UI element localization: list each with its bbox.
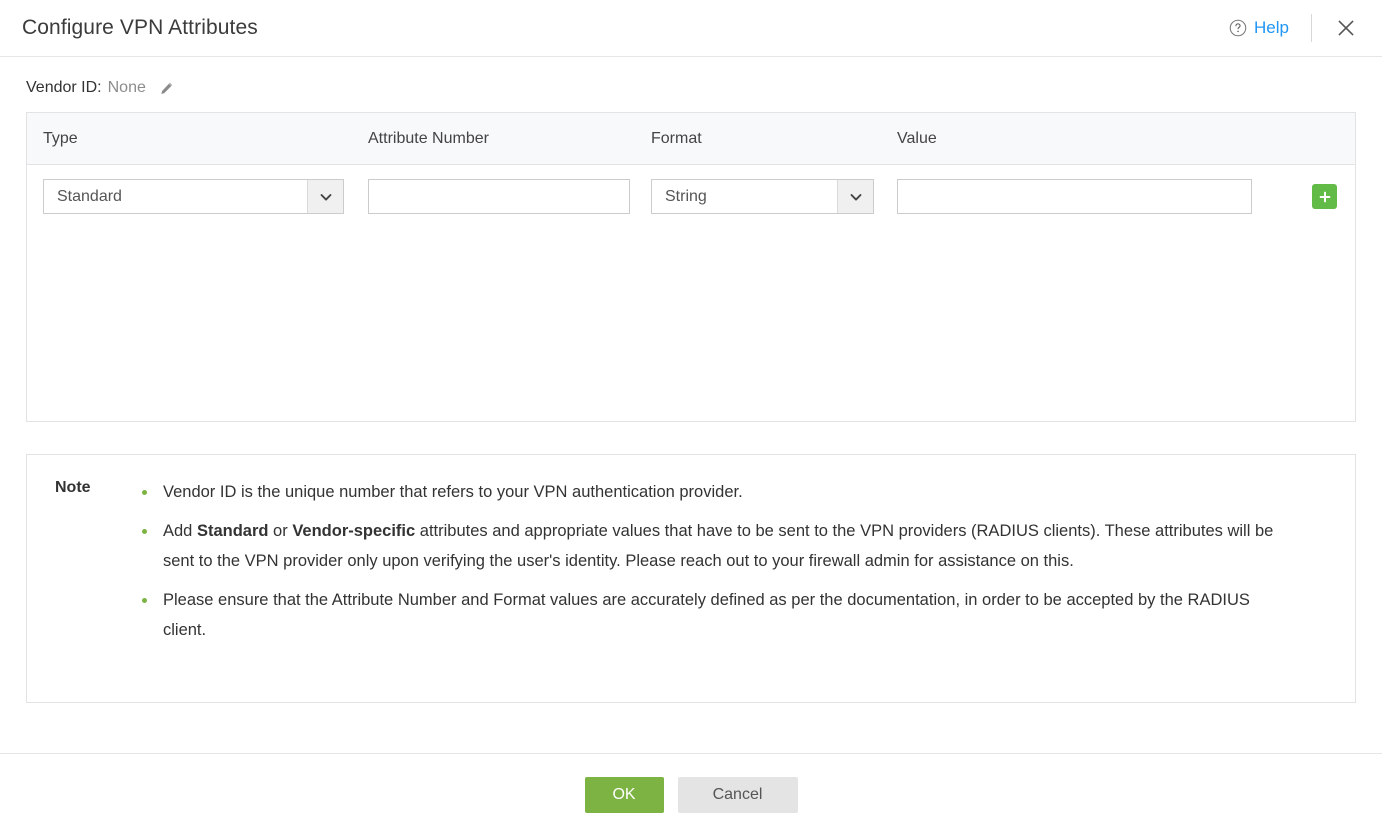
column-header-attribute-number: Attribute Number xyxy=(368,130,651,148)
ok-button[interactable]: OK xyxy=(585,777,664,813)
vendor-id-label: Vendor ID: xyxy=(26,79,102,97)
attributes-table: Type Attribute Number Format Value Stand… xyxy=(26,112,1356,422)
table-row: Standard String xyxy=(27,165,1355,214)
note-item: Add Standard or Vendor-specific attribut… xyxy=(139,516,1274,576)
close-icon xyxy=(1336,18,1356,38)
page-title: Configure VPN Attributes xyxy=(22,16,258,40)
type-select-value: Standard xyxy=(44,188,307,206)
column-header-value: Value xyxy=(897,130,1317,148)
note-box: Note Vendor ID is the unique number that… xyxy=(26,454,1356,703)
add-attribute-button[interactable] xyxy=(1312,184,1337,209)
help-label: Help xyxy=(1254,18,1289,38)
dialog-footer: OK Cancel xyxy=(0,753,1382,836)
format-select-value: String xyxy=(652,188,837,206)
note-text: Please ensure that the Attribute Number … xyxy=(163,591,1250,639)
question-circle-icon xyxy=(1229,19,1247,37)
attribute-number-input[interactable] xyxy=(368,179,630,214)
format-select[interactable]: String xyxy=(651,179,874,214)
vendor-id-value: None xyxy=(108,79,146,97)
note-text: or xyxy=(268,522,292,540)
pencil-icon xyxy=(159,81,174,96)
column-header-type: Type xyxy=(43,130,368,148)
column-header-format: Format xyxy=(651,130,897,148)
dialog-header: Configure VPN Attributes Help xyxy=(0,0,1382,57)
cell-add xyxy=(1297,184,1337,209)
cell-value xyxy=(897,179,1297,214)
edit-vendor-id-button[interactable] xyxy=(159,81,174,96)
close-button[interactable] xyxy=(1312,18,1356,38)
note-item: Please ensure that the Attribute Number … xyxy=(139,585,1274,645)
cell-attribute-number xyxy=(368,179,651,214)
note-text: Add xyxy=(163,522,197,540)
note-list: Vendor ID is the unique number that refe… xyxy=(139,477,1335,702)
chevron-down-icon xyxy=(307,180,343,213)
attributes-table-header: Type Attribute Number Format Value xyxy=(27,113,1355,165)
note-item: Vendor ID is the unique number that refe… xyxy=(139,477,1274,507)
cell-type: Standard xyxy=(43,179,368,214)
note-title: Note xyxy=(55,477,139,702)
help-link[interactable]: Help xyxy=(1229,18,1311,38)
type-select[interactable]: Standard xyxy=(43,179,344,214)
note-emphasis: Vendor-specific xyxy=(292,522,415,540)
plus-icon xyxy=(1318,190,1332,204)
vendor-id-row: Vendor ID: None xyxy=(0,57,1382,95)
value-input[interactable] xyxy=(897,179,1252,214)
cell-format: String xyxy=(651,179,897,214)
chevron-down-icon xyxy=(837,180,873,213)
note-text: Vendor ID is the unique number that refe… xyxy=(163,483,743,501)
header-actions: Help xyxy=(1229,0,1356,56)
cancel-button[interactable]: Cancel xyxy=(678,777,798,813)
note-emphasis: Standard xyxy=(197,522,269,540)
